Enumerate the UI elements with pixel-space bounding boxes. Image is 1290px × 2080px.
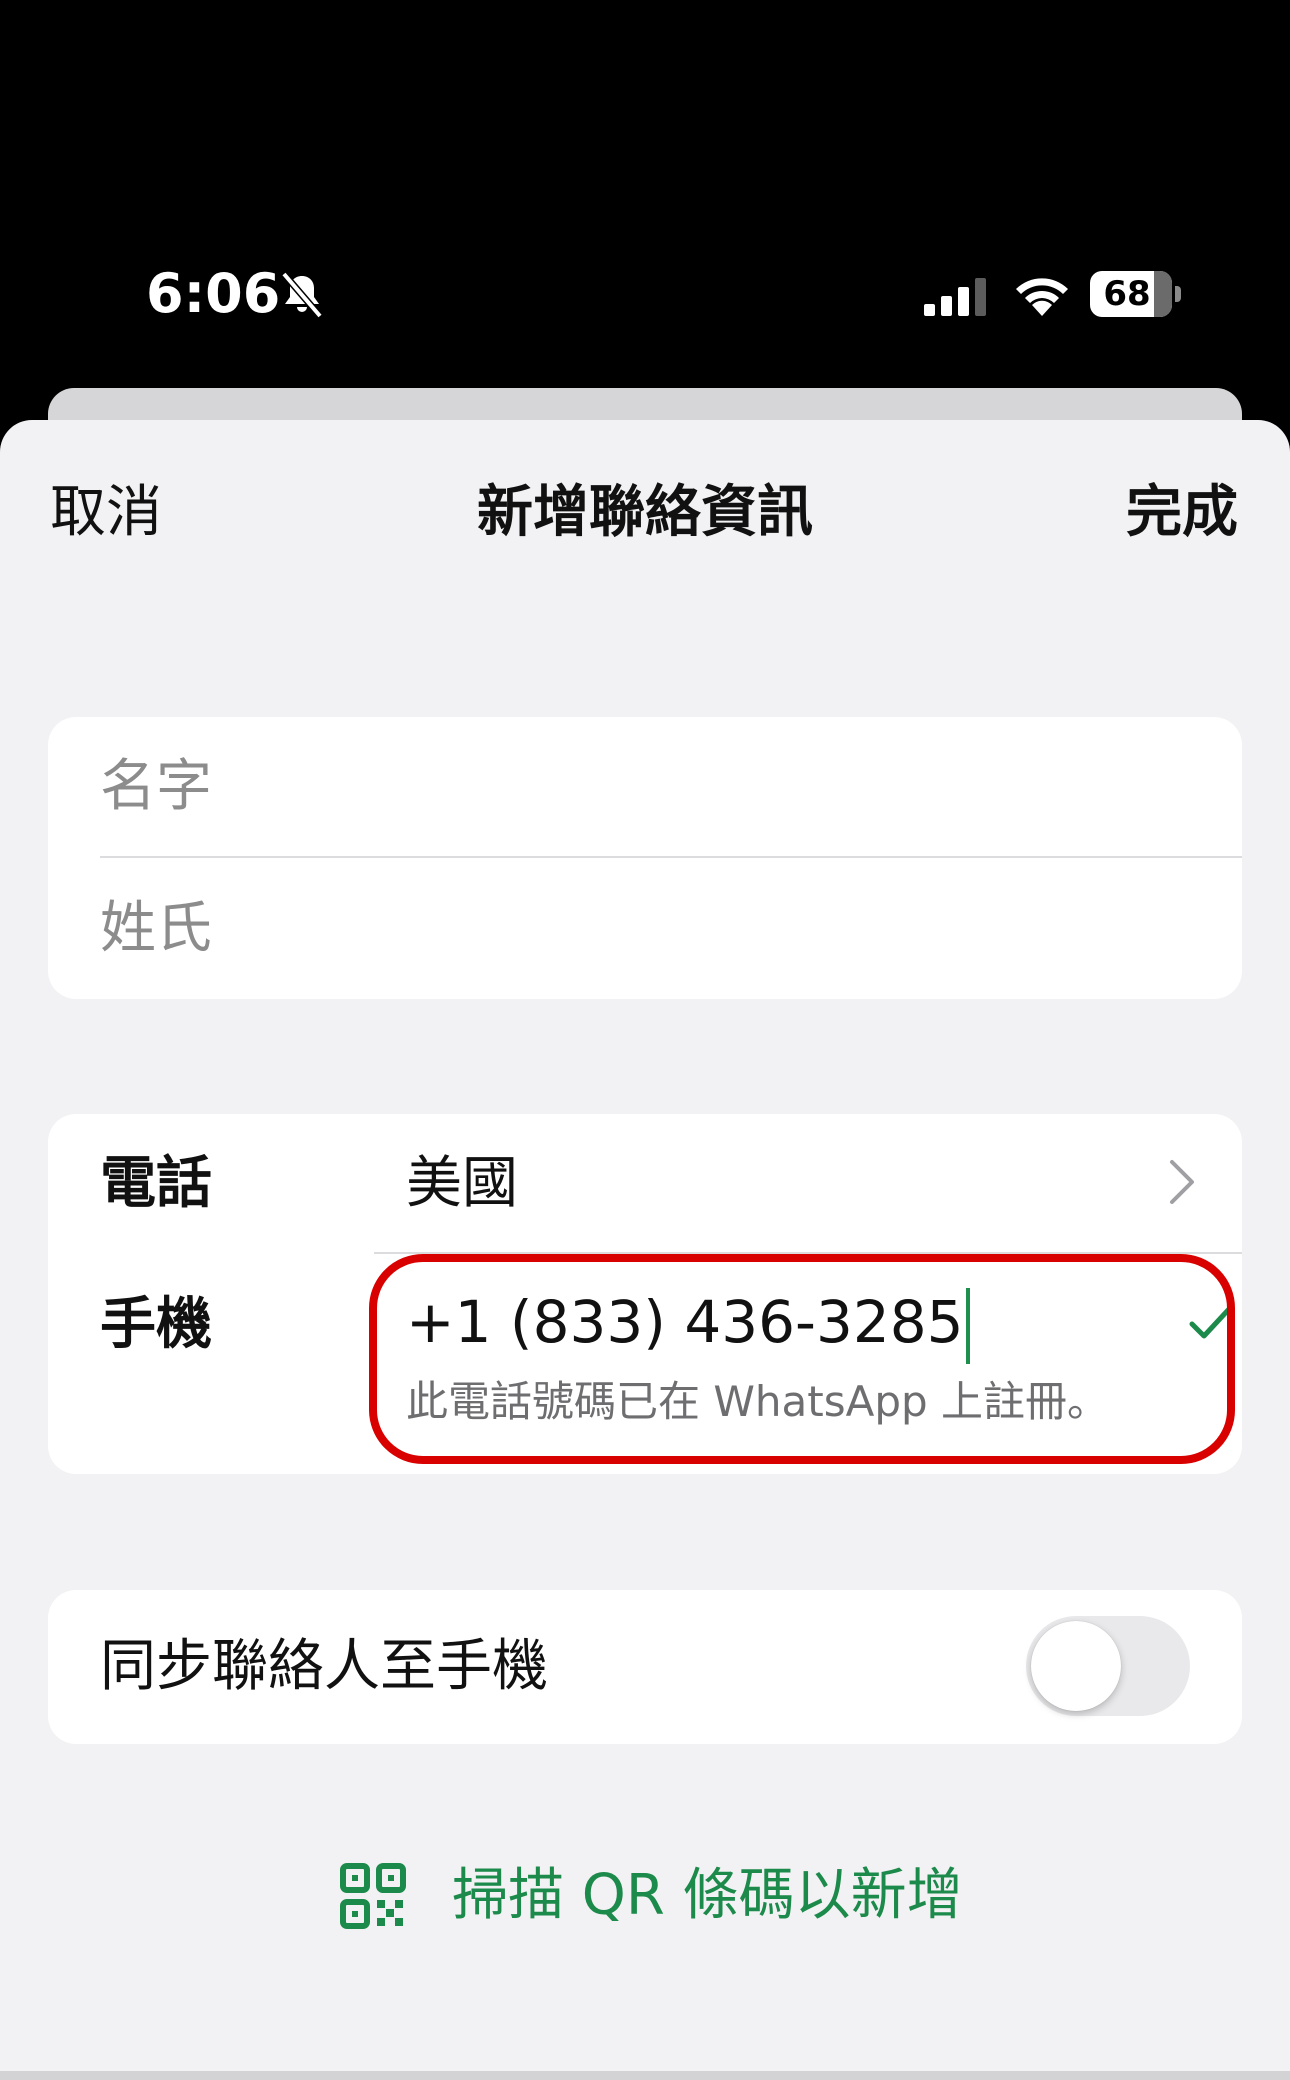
done-button[interactable]: 完成	[1126, 478, 1238, 548]
first-name-field[interactable]: 名字	[100, 752, 212, 822]
page-title: 新增聯絡資訊	[477, 480, 813, 545]
battery-icon: 68	[1090, 271, 1182, 317]
mobile-label: 手機	[100, 1292, 212, 1357]
scan-qr-button[interactable]: 掃描 QR 條碼以新增	[340, 1856, 963, 1936]
divider	[100, 856, 1242, 858]
battery-level: 68	[1103, 274, 1151, 314]
wifi-icon	[1016, 278, 1068, 316]
chevron-right-icon[interactable]	[1168, 1158, 1196, 1206]
phone-label: 電話	[100, 1151, 212, 1216]
highlight-annotation	[369, 1254, 1235, 1464]
bottom-edge	[0, 2071, 1290, 2080]
sync-contacts-label: 同步聯絡人至手機	[100, 1634, 548, 1699]
toggle-knob	[1031, 1621, 1121, 1711]
status-bar: 6:06 68	[0, 0, 1290, 390]
add-contact-sheet: 取消 新增聯絡資訊 完成 名字 姓氏 電話 美國 手機 +1 (833) 436…	[0, 420, 1290, 2080]
sync-contacts-toggle[interactable]	[1026, 1616, 1190, 1716]
name-card: 名字 姓氏	[48, 717, 1242, 999]
status-time: 6:06	[146, 262, 281, 325]
silent-bell-icon	[281, 271, 323, 319]
sync-card: 同步聯絡人至手機	[48, 1590, 1242, 1744]
cellular-signal-icon	[924, 278, 986, 316]
country-selector[interactable]: 美國	[406, 1149, 518, 1219]
qr-code-icon	[340, 1863, 406, 1929]
scan-qr-label: 掃描 QR 條碼以新增	[452, 1863, 963, 1928]
last-name-field[interactable]: 姓氏	[100, 894, 212, 964]
